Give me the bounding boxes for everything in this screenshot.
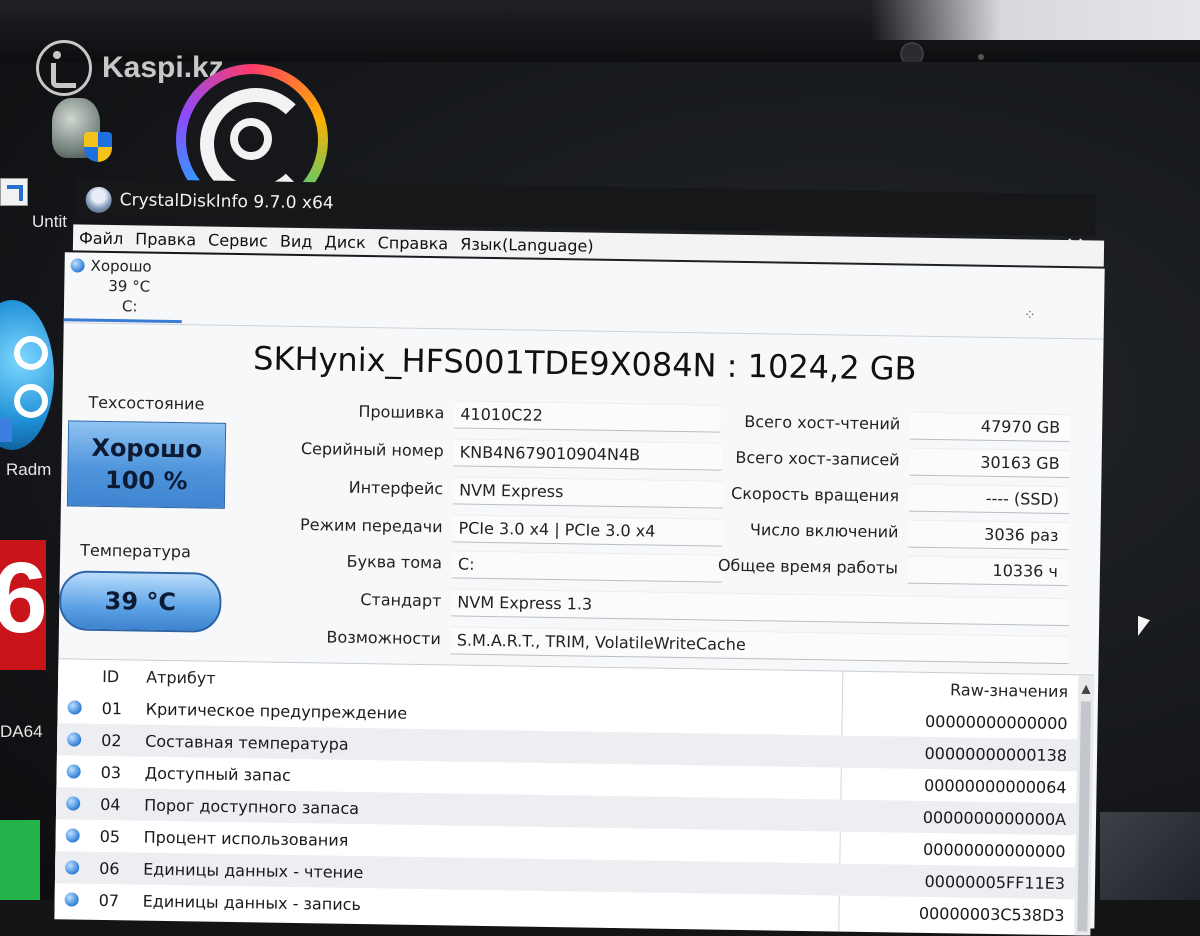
status-dot-icon bbox=[67, 764, 81, 778]
info-label: Буква тома bbox=[346, 552, 442, 572]
row-raw-value: 00000000000000 bbox=[843, 711, 1073, 734]
menu-language[interactable]: Язык(Language) bbox=[460, 234, 594, 255]
temperature-label: Температура bbox=[80, 541, 191, 562]
info-value: C: bbox=[452, 550, 722, 582]
row-id: 01 bbox=[102, 699, 142, 719]
status-dot-icon bbox=[65, 860, 79, 874]
info-value: S.M.A.R.T., TRIM, VolatileWriteCache bbox=[451, 626, 1069, 664]
health-label: Техсостояние bbox=[88, 393, 204, 414]
menu-help[interactable]: Справка bbox=[378, 233, 449, 253]
row-attribute: Критическое предупреждение bbox=[146, 700, 846, 730]
menu-theme[interactable]: Вид bbox=[280, 231, 313, 251]
menu-edit[interactable]: Правка bbox=[135, 229, 196, 249]
row-attribute: Процент использования bbox=[144, 828, 844, 858]
info-value: 41010C22 bbox=[454, 400, 720, 432]
info-label: Всего хост-записей bbox=[735, 448, 900, 470]
info-label: Скорость вращения bbox=[731, 484, 899, 506]
temperature-value: 39 °C bbox=[59, 570, 222, 633]
info-label: Серийный номер bbox=[301, 439, 444, 460]
menu-file[interactable]: Файл bbox=[79, 228, 123, 248]
info-label: Прошивка bbox=[358, 402, 444, 422]
info-label: Режим передачи bbox=[300, 515, 443, 536]
row-id: 04 bbox=[100, 795, 140, 815]
info-value: NVM Express bbox=[453, 476, 723, 508]
column-header-raw[interactable]: Raw-значения bbox=[844, 679, 1074, 702]
info-label: Возможности bbox=[326, 627, 441, 648]
desktop-app-icon-dark[interactable] bbox=[1100, 812, 1200, 900]
ubisoft-icon-core bbox=[230, 118, 272, 160]
desktop-label-aida64[interactable]: DA64 bbox=[0, 722, 43, 742]
disk-tab-c[interactable]: Хорошо 39 °C C: bbox=[64, 252, 183, 323]
vertical-scrollbar[interactable]: ▲ bbox=[1074, 675, 1094, 935]
row-raw-value: 00000000000000 bbox=[841, 839, 1071, 862]
row-attribute: Единицы данных - запись bbox=[143, 892, 843, 922]
mouse-cursor-icon bbox=[1138, 616, 1150, 640]
window-client-area: Хорошо 39 °C C: ⁘ SKHynix_HFS001TDE9X084… bbox=[54, 252, 1104, 928]
info-label: Число включений bbox=[750, 520, 899, 541]
kaspi-logo-icon bbox=[36, 40, 92, 96]
crystaldiskinfo-window: CrystalDiskInfo 9.7.0 x64 ✕ Файл Правка … bbox=[34, 178, 1105, 935]
smart-attribute-list[interactable]: ID Атрибут Raw-значения 01 Критическое п… bbox=[54, 658, 1094, 935]
menu-function[interactable]: Сервис bbox=[208, 230, 268, 250]
background-glare bbox=[870, 0, 1200, 40]
scroll-up-arrow-icon[interactable]: ▲ bbox=[1079, 681, 1093, 695]
row-id: 07 bbox=[99, 891, 139, 911]
status-dot-icon bbox=[65, 892, 79, 906]
row-raw-value: 00000003C538D3 bbox=[840, 903, 1070, 926]
status-dot-icon bbox=[68, 700, 82, 714]
column-header-id[interactable]: ID bbox=[102, 667, 142, 687]
row-raw-value: 00000005FF11E3 bbox=[841, 871, 1071, 894]
row-attribute: Доступный запас bbox=[145, 764, 845, 794]
info-label: Интерфейс bbox=[349, 478, 444, 498]
desktop-app-icon-edge[interactable] bbox=[0, 418, 12, 442]
disk-tab-status: Хорошо bbox=[90, 257, 151, 276]
row-raw-value: 0000000000000A bbox=[842, 807, 1072, 830]
disk-tab-temp: 39 °C bbox=[108, 277, 150, 296]
info-label: Всего хост-чтений bbox=[744, 412, 900, 433]
info-label: Стандарт bbox=[360, 590, 441, 610]
row-id: 06 bbox=[99, 859, 139, 879]
health-status-text: Хорошо bbox=[69, 433, 225, 463]
health-percent: 100 % bbox=[68, 465, 224, 495]
info-value: 30163 GB bbox=[909, 448, 1069, 479]
refresh-icon[interactable]: ⁘ bbox=[1024, 307, 1036, 323]
status-dot-icon bbox=[67, 732, 81, 746]
info-label: Общее время работы bbox=[718, 556, 898, 578]
column-header-attribute[interactable]: Атрибут bbox=[146, 668, 846, 698]
row-attribute: Единицы данных - чтение bbox=[143, 860, 843, 890]
row-id: 02 bbox=[101, 731, 141, 751]
row-raw-value: 00000000000064 bbox=[842, 775, 1072, 798]
status-dot-icon bbox=[66, 796, 80, 810]
tab-divider bbox=[64, 322, 1104, 339]
info-value: KNB4N679010904N4B bbox=[454, 438, 722, 470]
info-value: 3036 раз bbox=[908, 520, 1068, 551]
webcam-indicator bbox=[978, 54, 984, 60]
menu-disk[interactable]: Диск bbox=[324, 232, 366, 252]
info-value: 47970 GB bbox=[910, 412, 1070, 443]
disk-model-title: SKHynix_HFS001TDE9X084N : 1024,2 GB bbox=[253, 339, 917, 387]
crystaldiskinfo-app-icon bbox=[85, 187, 111, 213]
status-dot-icon bbox=[66, 828, 80, 842]
row-attribute: Порог доступного запаса bbox=[144, 796, 844, 826]
info-value: 10336 ч bbox=[908, 556, 1068, 587]
row-id: 03 bbox=[101, 763, 141, 783]
status-dot-icon bbox=[71, 258, 85, 272]
uac-shield-icon bbox=[84, 132, 112, 162]
health-status-button[interactable]: Хорошо 100 % bbox=[67, 420, 226, 508]
row-id: 05 bbox=[100, 827, 140, 847]
info-value: NVM Express 1.3 bbox=[451, 588, 1069, 626]
shortcut-arrow-icon bbox=[0, 178, 28, 206]
info-value: PCIe 3.0 x4 | PCIe 3.0 x4 bbox=[452, 514, 722, 546]
info-value: ---- (SSD) bbox=[909, 484, 1069, 515]
row-raw-value: 00000000000138 bbox=[843, 743, 1073, 766]
disk-tab-letter: C: bbox=[122, 297, 138, 315]
row-attribute: Составная температура bbox=[145, 732, 845, 762]
window-title: CrystalDiskInfo 9.7.0 x64 bbox=[120, 190, 334, 213]
scrollbar-thumb[interactable] bbox=[1077, 701, 1091, 931]
